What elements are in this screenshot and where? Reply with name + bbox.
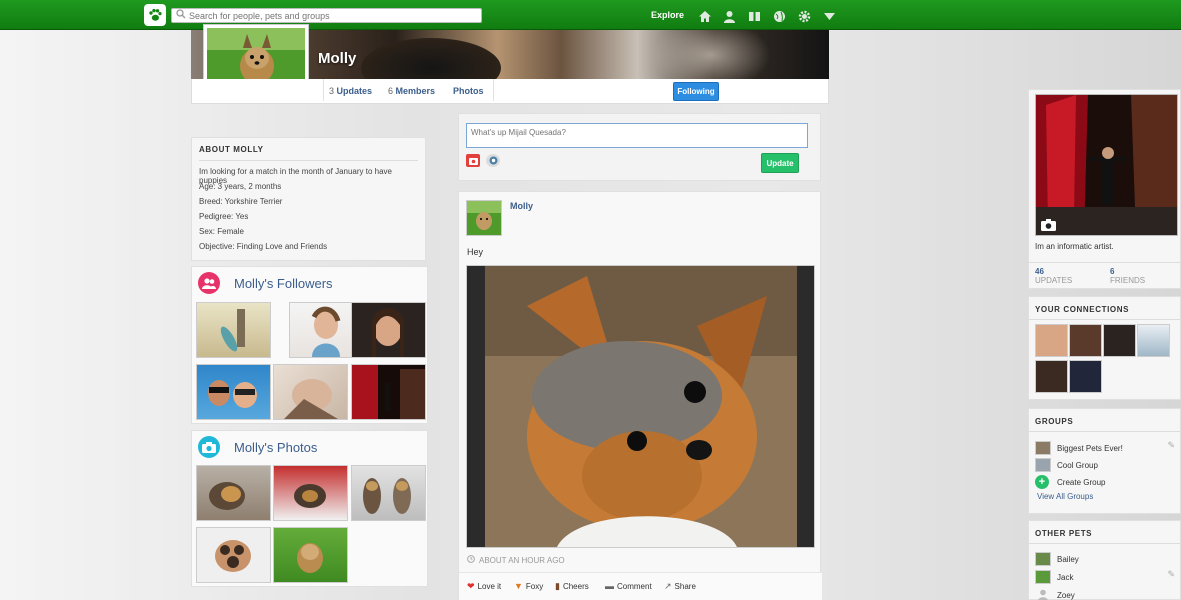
friends-stat[interactable]: 6 FRIENDS: [1110, 267, 1145, 285]
user-photo[interactable]: [1035, 94, 1178, 236]
connection-thumb[interactable]: [1137, 324, 1170, 357]
status-composer: Update: [458, 113, 821, 181]
photo-upload-icon[interactable]: [466, 154, 480, 167]
pet-item[interactable]: Zoey: [1035, 588, 1075, 600]
plus-icon: +: [1035, 475, 1049, 489]
follower-thumb[interactable]: [351, 302, 426, 358]
about-line: Objective: Finding Love and Friends: [199, 242, 328, 251]
connection-thumb[interactable]: [1069, 324, 1102, 357]
follower-thumb[interactable]: [273, 364, 348, 420]
photos-panel: Molly's Photos: [191, 430, 428, 587]
profile-name: Molly: [318, 50, 357, 67]
share-icon: ↗: [664, 581, 672, 591]
explore-link[interactable]: Explore: [651, 10, 684, 20]
followers-panel: Molly's Followers: [191, 266, 428, 424]
user-icon[interactable]: [717, 8, 742, 24]
search-bar[interactable]: [171, 8, 482, 23]
post-timestamp: ABOUT AN HOUR AGO: [467, 555, 565, 565]
paw-logo-icon[interactable]: [144, 4, 166, 26]
post-card: Molly Hey ABOUT AN HOUR AGO ❤ Love it ▼ Fo…: [458, 191, 822, 600]
follower-thumb[interactable]: [196, 302, 271, 358]
updates-stat[interactable]: 46 UPDATES: [1035, 267, 1072, 285]
home-icon[interactable]: [692, 8, 717, 24]
followers-icon: [198, 272, 220, 294]
globe-icon[interactable]: [767, 8, 792, 24]
tab-members[interactable]: 6 Members: [388, 86, 435, 96]
default-avatar-icon: [1035, 588, 1051, 600]
about-line: Breed: Yorkshire Terrier: [199, 197, 283, 206]
connection-thumb[interactable]: [1069, 360, 1102, 393]
edit-icon[interactable]: ✎: [1167, 569, 1175, 580]
video-upload-icon[interactable]: [486, 154, 500, 167]
post-author-avatar[interactable]: [466, 200, 502, 236]
user-card: Im an informatic artist. 46 UPDATES 6 FRIE…: [1028, 89, 1181, 289]
heart-icon: ❤: [467, 581, 475, 591]
connections-title: YOUR CONNECTIONS: [1029, 297, 1180, 320]
post-author-name[interactable]: Molly: [510, 201, 533, 211]
camera-icon: [198, 436, 220, 458]
group-item[interactable]: Biggest Pets Ever!: [1035, 441, 1123, 455]
comment-button[interactable]: ▬ Comment: [605, 581, 652, 591]
clock-icon: [467, 555, 475, 565]
tab-updates[interactable]: 3 Updates: [329, 86, 372, 96]
about-title: ABOUT MOLLY: [199, 145, 418, 161]
groups-title: GROUPS: [1029, 409, 1180, 432]
photo-thumb[interactable]: [351, 465, 426, 521]
top-navigation-bar: Explore: [0, 0, 1181, 30]
group-item[interactable]: Cool Group: [1035, 458, 1098, 472]
connection-thumb[interactable]: [1103, 324, 1136, 357]
connections-panel: YOUR CONNECTIONS: [1028, 296, 1181, 400]
about-line: Im looking for a match in the month of J…: [199, 167, 392, 185]
connection-thumb[interactable]: [1035, 324, 1068, 357]
about-panel: ABOUT MOLLY Im looking for a match in th…: [191, 137, 426, 261]
follower-thumb[interactable]: [196, 364, 271, 420]
groups-panel: GROUPS Biggest Pets Ever! ✎ Cool Group +…: [1028, 408, 1181, 514]
create-group-button[interactable]: + Create Group: [1035, 475, 1105, 489]
post-photo[interactable]: [466, 265, 815, 548]
about-line: Age: 3 years, 2 months: [199, 182, 282, 191]
about-line: Pedigree: Yes: [199, 212, 249, 221]
status-input[interactable]: [466, 123, 808, 148]
comment-icon: ▬: [605, 581, 614, 591]
camera-icon[interactable]: [1041, 219, 1056, 234]
about-line: Sex: Female: [199, 227, 244, 236]
share-button[interactable]: ↗ Share: [664, 581, 696, 592]
search-input[interactable]: [189, 10, 469, 21]
user-bio: Im an informatic artist.: [1035, 242, 1114, 251]
book-icon[interactable]: [742, 8, 767, 24]
edit-icon[interactable]: ✎: [1167, 440, 1175, 451]
following-button[interactable]: Following: [673, 82, 719, 101]
foxy-button[interactable]: ▼ Foxy: [514, 581, 543, 591]
view-all-groups-link[interactable]: View All Groups: [1037, 492, 1093, 501]
photo-thumb[interactable]: [196, 527, 271, 583]
post-text: Hey: [467, 247, 484, 257]
photos-title[interactable]: Molly's Photos: [234, 440, 317, 455]
followers-title[interactable]: Molly's Followers: [234, 276, 333, 291]
love-it-button[interactable]: ❤ Love it: [467, 581, 501, 592]
dropdown-icon[interactable]: [817, 8, 842, 24]
search-icon: [176, 9, 186, 22]
gear-icon[interactable]: [792, 8, 817, 24]
tab-photos[interactable]: Photos: [453, 86, 484, 96]
cheers-icon: ▮: [555, 581, 560, 591]
connection-thumb[interactable]: [1035, 360, 1068, 393]
fox-icon: ▼: [514, 581, 523, 591]
cheers-button[interactable]: ▮ Cheers: [555, 581, 589, 592]
post-actions: ❤ Love it ▼ Foxy ▮ Cheers ▬ Comment ↗ Share: [459, 572, 822, 600]
follower-thumb[interactable]: [351, 364, 426, 420]
pet-item[interactable]: Jack: [1035, 570, 1073, 584]
other-pets-panel: OTHER PETS Bailey Jack ✎ Zoey: [1028, 520, 1181, 600]
profile-tabs: 3 Updates 6 Members Photos: [191, 79, 829, 104]
pet-item[interactable]: Bailey: [1035, 552, 1079, 566]
photo-thumb[interactable]: [273, 527, 348, 583]
photo-thumb[interactable]: [196, 465, 271, 521]
update-button[interactable]: Update: [761, 153, 799, 173]
photo-thumb[interactable]: [273, 465, 348, 521]
other-pets-title: OTHER PETS: [1029, 521, 1180, 544]
